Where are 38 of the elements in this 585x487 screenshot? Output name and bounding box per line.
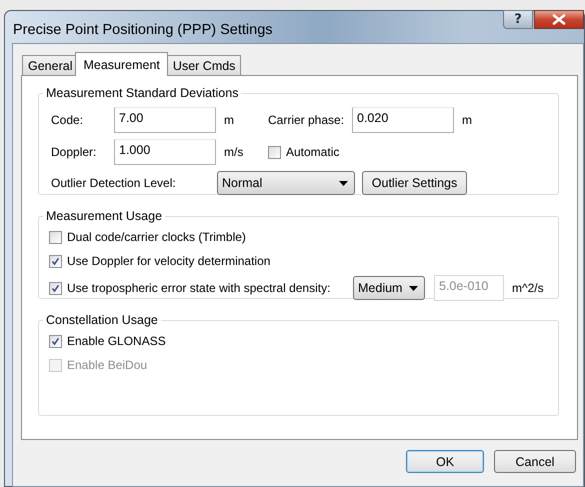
checkbox-label: Use tropospheric error state with spectral density: [67, 281, 330, 295]
input-field[interactable]: 1.000 [114, 139, 216, 165]
dropdown-arrow-icon [339, 180, 348, 186]
checkbox[interactable] [268, 146, 281, 158]
field-label: Carrier phase: [268, 113, 346, 127]
outlier-settings-button[interactable]: Outlier Settings [362, 171, 467, 195]
dropdown[interactable]: Normal [217, 171, 355, 195]
unit-label: m [223, 113, 235, 127]
checkbox-label: Dual code/carrier clocks (Trimble) [67, 230, 246, 244]
group-title: Measurement Standard Deviations [45, 86, 240, 100]
ok-button[interactable]: OK [406, 450, 484, 473]
checkbox[interactable] [49, 334, 62, 348]
checkbox[interactable] [49, 282, 62, 294]
checkbox[interactable] [49, 254, 62, 268]
unit-label: m [461, 113, 473, 127]
field-label: Doppler: [51, 145, 98, 159]
field-label: Outlier Detection Level: [51, 176, 177, 190]
unit-label: m/s [223, 145, 244, 159]
unit-label: m^2/s [511, 281, 544, 295]
group-title: Measurement Usage [45, 209, 164, 223]
field-label: Code: [51, 113, 84, 127]
dropdown[interactable]: Medium [353, 276, 425, 300]
checkbox-label: Enable BeiDou [67, 358, 148, 372]
help-button[interactable]: ? [503, 10, 533, 29]
close-button[interactable] [534, 10, 584, 29]
checkbox-label: Enable GLONASS [67, 334, 166, 348]
window-title: Precise Point Positioning (PPP) Settings [13, 22, 273, 38]
tab[interactable]: User Cmds [166, 55, 242, 75]
cancel-button[interactable]: Cancel [494, 450, 576, 473]
checkbox-label: Use Doppler for velocity determination [67, 254, 270, 268]
checkbox-label: Automatic [286, 145, 340, 159]
input-field[interactable]: 0.020 [352, 107, 454, 133]
tab[interactable]: Measurement [75, 52, 168, 76]
close-icon [552, 14, 566, 25]
checkbox[interactable] [49, 230, 62, 244]
group-title: Constellation Usage [45, 313, 159, 327]
input-field[interactable]: 7.00 [114, 107, 216, 133]
dropdown-arrow-icon [409, 286, 418, 290]
